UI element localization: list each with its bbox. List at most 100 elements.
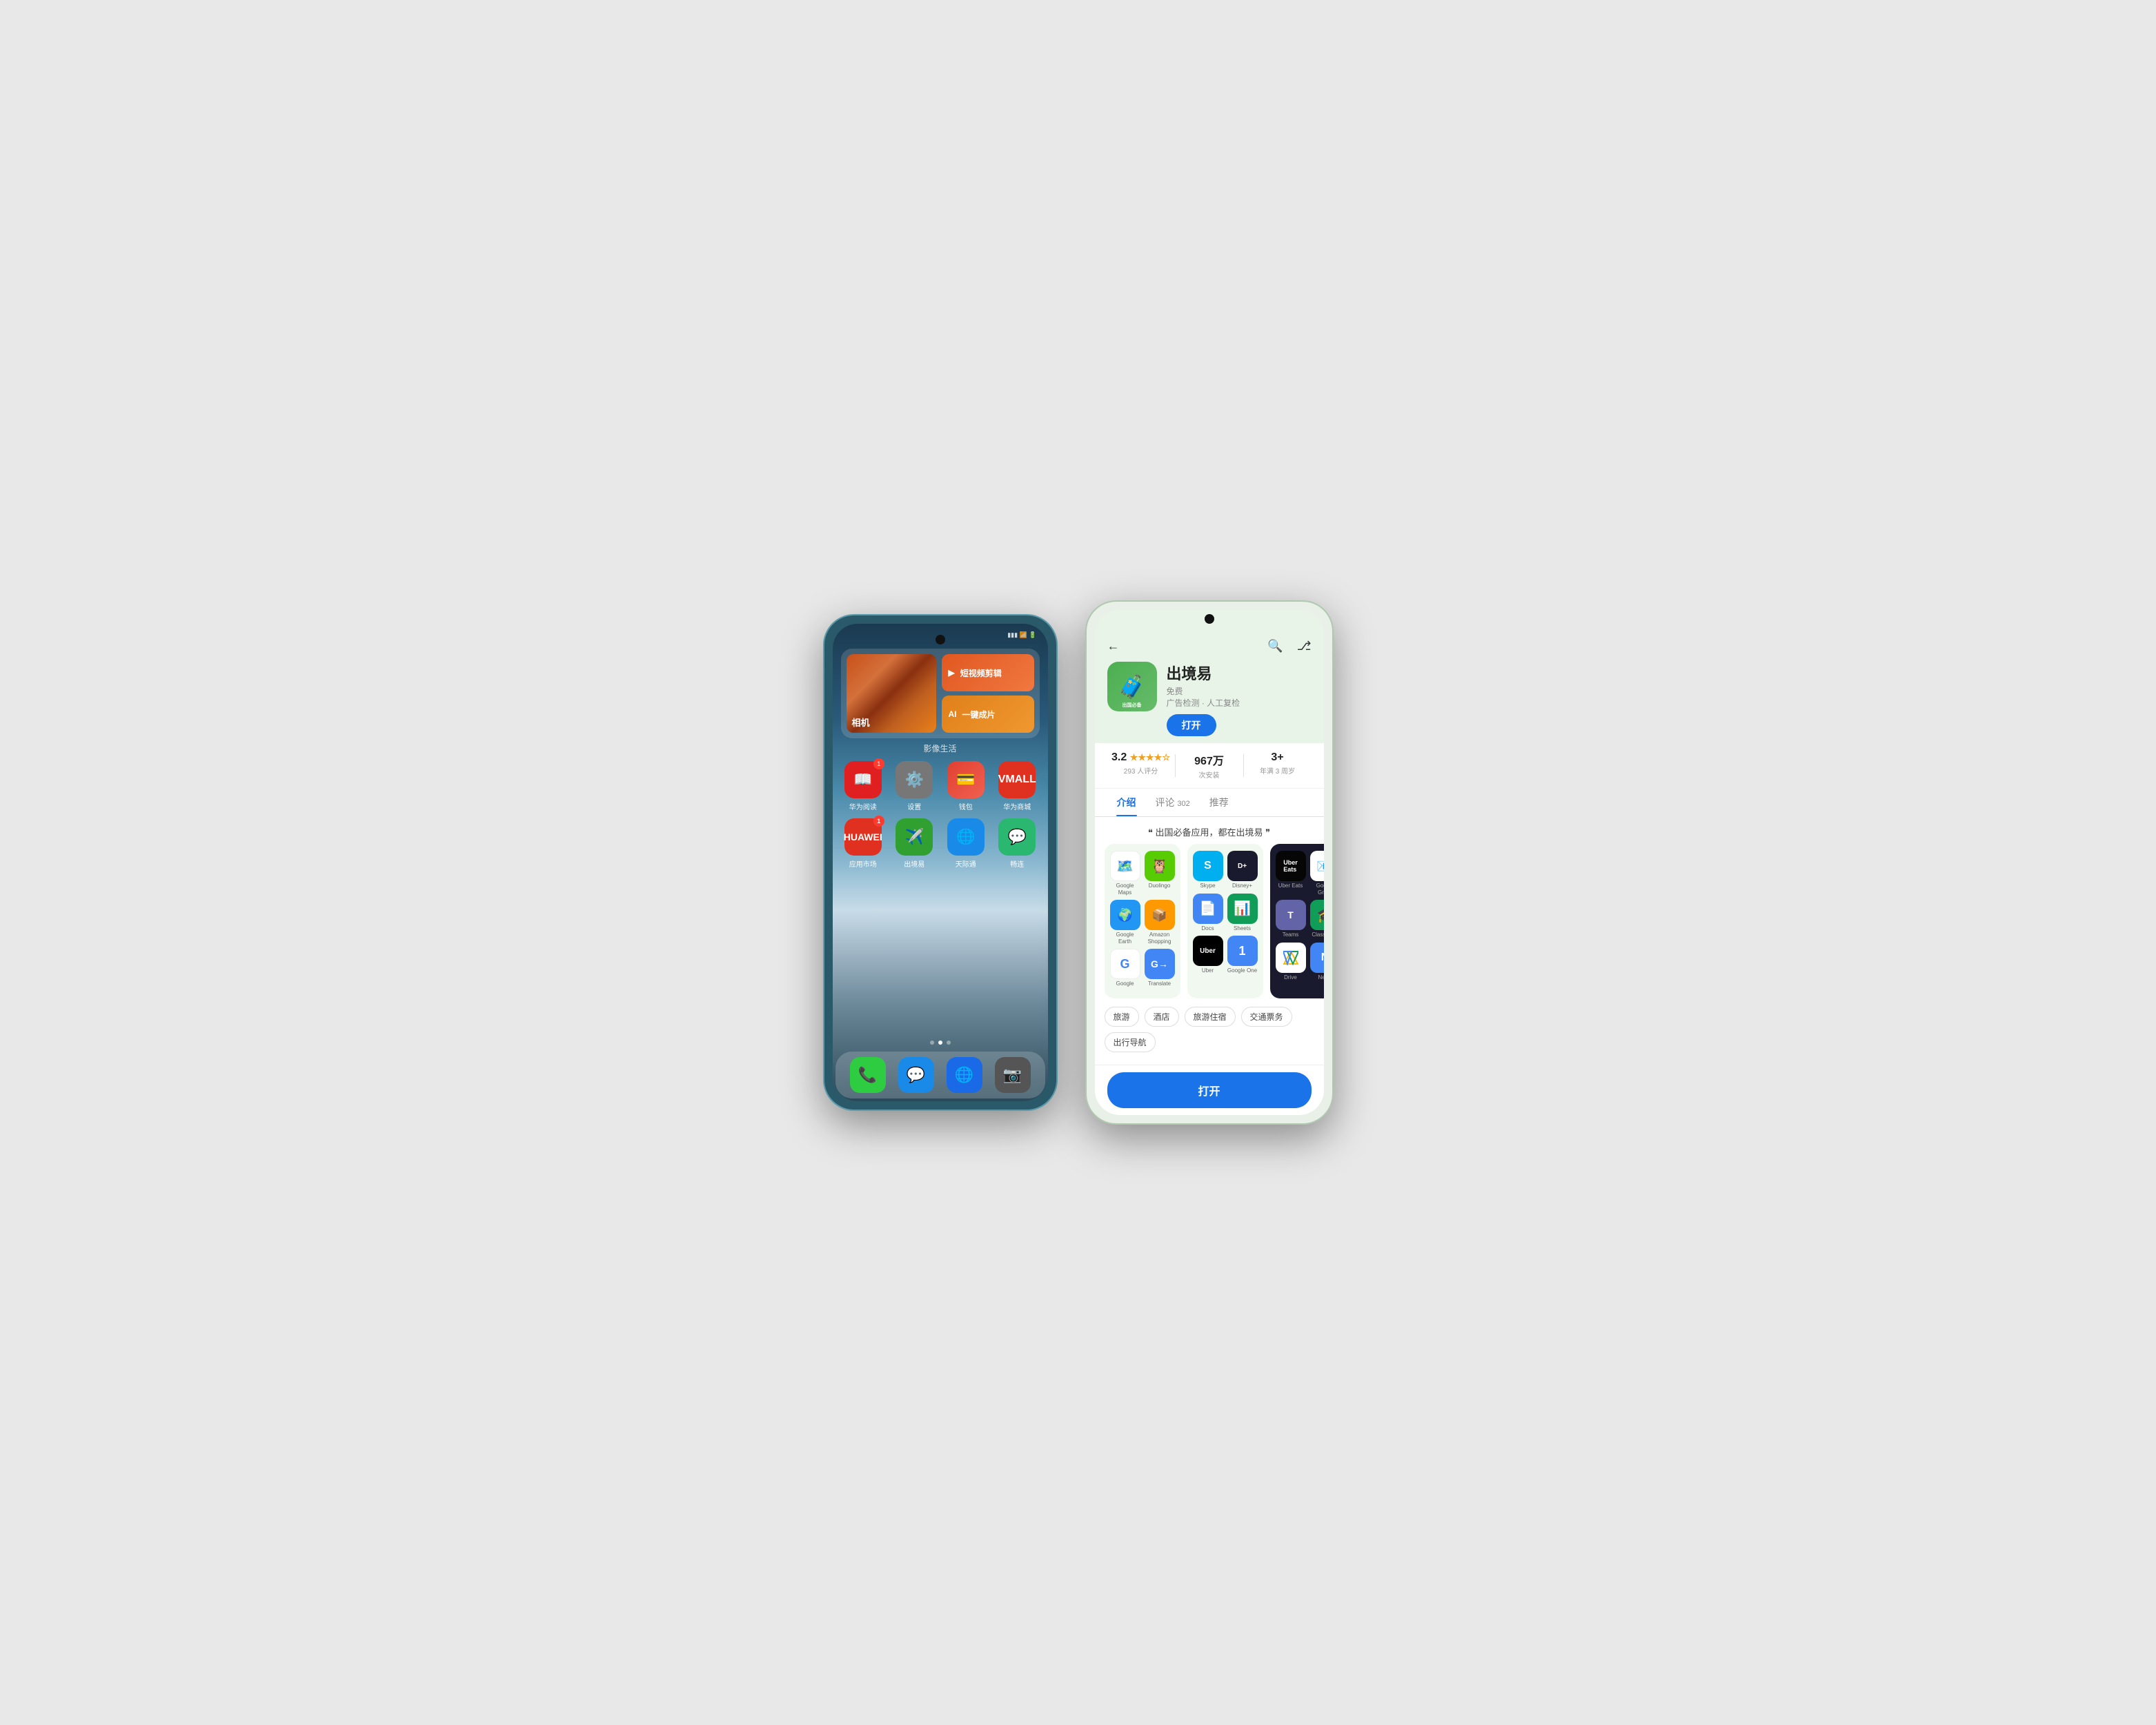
open-btn[interactable]: 打开 (1107, 1072, 1312, 1108)
one-click-label: 一键成片 (962, 709, 996, 720)
app-news[interactable]: N News (1310, 943, 1324, 981)
grid-row-2-1: S Skype D+ Disney+ (1193, 851, 1258, 889)
store-app-grids: 🗺️ Google Maps 🦉 Duolingo 🌍 Goo (1095, 844, 1324, 998)
app-drive[interactable]: Drive (1276, 943, 1306, 981)
ai-icon: AI (949, 709, 957, 719)
icon-gmail: 📧 (1310, 851, 1324, 881)
app-name-reader: 华为阅读 (849, 801, 877, 811)
icon-teams: T (1276, 900, 1306, 930)
app-amazon[interactable]: 📦 Amazon Shopping (1145, 900, 1175, 945)
search-button[interactable]: 🔍 (1267, 639, 1283, 653)
app-docs[interactable]: 📄 Docs (1193, 894, 1223, 932)
app-tabs: 介绍 评论 302 推荐 (1095, 789, 1324, 817)
app-main-icon: 🧳 出国必备 (1107, 662, 1157, 711)
dot-1 (930, 1041, 934, 1045)
app-gmail[interactable]: 📧 Google Gmail (1310, 851, 1324, 896)
app-duolingo[interactable]: 🦉 Duolingo (1145, 851, 1175, 896)
tab-intro[interactable]: 介绍 (1107, 789, 1146, 816)
phone1: ▮▮▮ 📶 🔋 相机 ▶ 短视频剪辑 AI (823, 614, 1058, 1111)
dock-messages[interactable]: 💬 (898, 1057, 934, 1093)
label-drive: Drive (1284, 974, 1297, 981)
icon-news: N (1310, 943, 1324, 973)
app-wallet[interactable]: 💳 钱包 (944, 761, 989, 811)
app-gmaps[interactable]: 🗺️ Google Maps (1110, 851, 1140, 896)
grid-row-1-3: G Google G→ Translate (1110, 949, 1175, 987)
app-skype[interactable]: S Skype (1193, 851, 1223, 889)
tag-travel[interactable]: 旅游 (1105, 1007, 1139, 1027)
stat-rating: 3.2 ★★★★☆ 293 人评分 (1107, 751, 1175, 780)
label-sheets: Sheets (1234, 925, 1251, 932)
tag-accommodation[interactable]: 旅游住宿 (1185, 1007, 1236, 1027)
store-grid-col3: UberEats Uber Eats 📧 Google Gmail T (1270, 844, 1324, 998)
back-button[interactable]: ← (1107, 639, 1120, 653)
app-sheets[interactable]: 📊 Sheets (1227, 894, 1258, 932)
tab-reviews[interactable]: 评论 302 (1146, 789, 1200, 816)
tag-transport[interactable]: 交通票务 (1241, 1007, 1292, 1027)
icon-google: G (1110, 949, 1140, 979)
icon-translate: G→ (1145, 949, 1175, 979)
widget-name: 影像生活 (841, 742, 1040, 754)
label-gearth: Google Earth (1110, 931, 1140, 945)
icon-classroom: 🎓 (1310, 900, 1324, 930)
one-click-btn[interactable]: AI 一键成片 (942, 696, 1034, 733)
app-header-info: 🧳 出国必备 出境易 免费 广告检测 · 人工复检 打开 (1107, 662, 1312, 736)
app-gearth[interactable]: 🌍 Google Earth (1110, 900, 1140, 945)
main-scene: ▮▮▮ 📶 🔋 相机 ▶ 短视频剪辑 AI (823, 600, 1334, 1125)
app-name-changlian: 畅连 (1010, 858, 1024, 869)
tag-navigation[interactable]: 出行导航 (1105, 1032, 1156, 1052)
app-stats: 3.2 ★★★★☆ 293 人评分 967万 次安装 3+ 年满 3 周岁 (1095, 743, 1324, 789)
stat-age: 3+ 年满 3 周岁 (1244, 751, 1312, 780)
stars-icon: ★★★★☆ (1130, 752, 1170, 762)
app-gone[interactable]: 1 Google One (1227, 936, 1258, 974)
app-huawei-reader[interactable]: 📖 1 华为阅读 (841, 761, 886, 811)
app-google[interactable]: G Google (1110, 949, 1140, 987)
icon-ubereats: UberEats (1276, 851, 1306, 881)
dock-browser[interactable]: 🌐 (947, 1057, 982, 1093)
age-label: 年满 3 周岁 (1244, 765, 1312, 776)
share-button[interactable]: ⎇ (1297, 639, 1312, 653)
dock-phone[interactable]: 📞 (850, 1057, 886, 1093)
open-app-btn-top[interactable]: 打开 (1167, 714, 1216, 736)
icon-gearth: 🌍 (1110, 900, 1140, 930)
grid-row-1-1: 🗺️ Google Maps 🦉 Duolingo (1110, 851, 1175, 896)
phone1-screen: ▮▮▮ 📶 🔋 相机 ▶ 短视频剪辑 AI (833, 624, 1048, 1101)
app-teams[interactable]: T Teams (1276, 900, 1306, 938)
label-docs: Docs (1201, 925, 1214, 932)
app-icon-settings: ⚙️ (896, 761, 933, 798)
app-info-text: 出境易 免费 广告检测 · 人工复检 打开 (1167, 662, 1312, 736)
label-news: News (1318, 974, 1323, 981)
app-changlian[interactable]: 💬 畅连 (995, 818, 1040, 869)
installs-label: 次安装 (1176, 769, 1243, 780)
short-video-btn[interactable]: ▶ 短视频剪辑 (942, 654, 1034, 691)
dock-camera[interactable]: 📷 (995, 1057, 1031, 1093)
stat-installs: 967万 次安装 (1176, 751, 1243, 780)
front-camera (936, 635, 945, 644)
app-title: 出境易 (1167, 662, 1312, 684)
icon-drive (1276, 943, 1306, 973)
icon-disney: D+ (1227, 851, 1258, 881)
store-grid-col1: 🗺️ Google Maps 🦉 Duolingo 🌍 Goo (1105, 844, 1180, 998)
tab-recommend[interactable]: 推荐 (1200, 789, 1238, 816)
app-uber[interactable]: Uber Uber (1193, 936, 1223, 974)
app-tianjitong[interactable]: 🌐 天际通 (944, 818, 989, 869)
camera-widget[interactable]: 相机 ▶ 短视频剪辑 AI 一键成片 (841, 649, 1040, 738)
nav-bar: ← 🔍 ⎇ (1107, 639, 1312, 653)
app-ubereats[interactable]: UberEats Uber Eats (1276, 851, 1306, 896)
app-translate[interactable]: G→ Translate (1145, 949, 1175, 987)
app-disney[interactable]: D+ Disney+ (1227, 851, 1258, 889)
video-icon: ▶ (949, 668, 955, 678)
tag-hotel[interactable]: 酒店 (1145, 1007, 1179, 1027)
rating-value: 3.2 ★★★★☆ (1107, 751, 1175, 764)
app-scroll-content: ❝ 出国必备应用，都在出境易 ❞ 🗺️ Google Maps 🦉 D (1095, 817, 1324, 1065)
app-chujingyi[interactable]: ✈️ 出境易 (892, 818, 937, 869)
app-vmall[interactable]: VMALL 华为商城 (995, 761, 1040, 811)
icon-amazon: 📦 (1145, 900, 1175, 930)
label-amazon: Amazon Shopping (1145, 931, 1175, 945)
app-classroom[interactable]: 🎓 Classroom (1310, 900, 1324, 938)
icon-gmaps: 🗺️ (1110, 851, 1140, 881)
icon-skype: S (1193, 851, 1223, 881)
phone1-content: 相机 ▶ 短视频剪辑 AI 一键成片 影像生活 (833, 646, 1048, 1041)
label-ubereats: Uber Eats (1278, 883, 1303, 889)
app-market[interactable]: HUAWEI 1 应用市场 (841, 818, 886, 869)
app-settings[interactable]: ⚙️ 设置 (892, 761, 937, 811)
